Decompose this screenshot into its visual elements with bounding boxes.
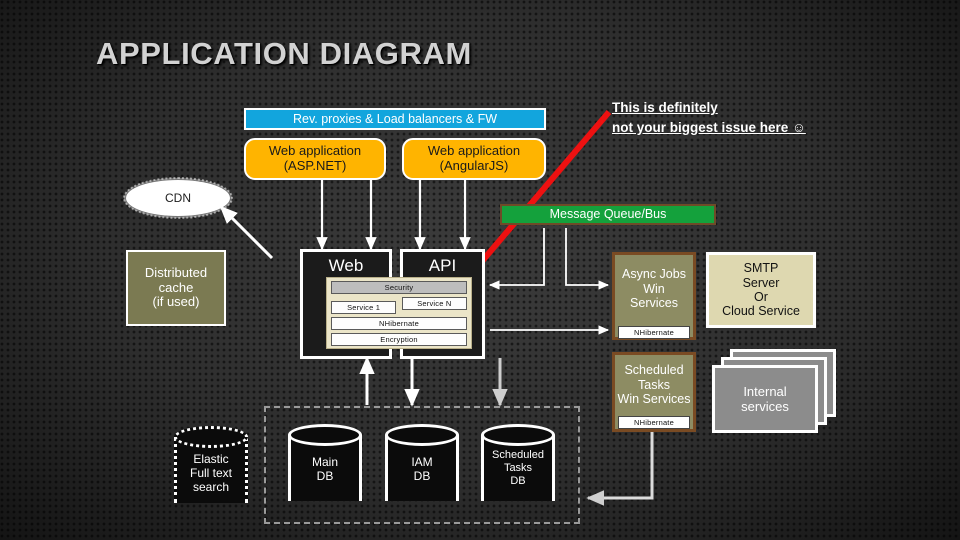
stack-row-nhibernate[interactable]: NHibernate <box>331 317 467 330</box>
stack-row-encryption[interactable]: Encryption <box>331 333 467 346</box>
node-load-balancers[interactable]: Rev. proxies & Load balancers & FW <box>244 108 546 130</box>
page-title: APPLICATION DIAGRAM <box>96 36 472 71</box>
internal-services-card-front[interactable]: Internal services <box>712 365 818 433</box>
slide-canvas: APPLICATION DIAGRAM Rev. proxies & Load … <box>0 0 960 540</box>
stack-row-security[interactable]: Security <box>331 281 467 294</box>
async-jobs-nhibernate-tag[interactable]: NHibernate <box>618 326 690 339</box>
node-cdn[interactable]: CDN <box>123 177 233 219</box>
node-web-app-angularjs[interactable]: Web application (AngularJS) <box>402 138 546 180</box>
scheduled-tasks-nhibernate-tag[interactable]: NHibernate <box>618 416 690 429</box>
db-scheduled-tasks[interactable]: Scheduled Tasks DB <box>481 424 555 512</box>
node-message-queue[interactable]: Message Queue/Bus <box>500 204 716 225</box>
db-iam[interactable]: IAM DB <box>385 424 459 512</box>
annotation-callout: This is definitely not your biggest issu… <box>612 98 806 137</box>
component-stack: Security Service 1 Service N NHibernate … <box>326 277 472 349</box>
stack-row-service-last[interactable]: Service N <box>401 297 467 310</box>
db-elastic[interactable]: Elastic Full text search <box>174 426 248 514</box>
db-main[interactable]: Main DB <box>288 424 362 512</box>
node-internal-services[interactable]: Internal services <box>712 349 836 433</box>
node-distributed-cache[interactable]: Distributed cache (if used) <box>126 250 226 326</box>
annotation-line-1: This is definitely <box>612 100 718 115</box>
node-smtp-server[interactable]: SMTP Server Or Cloud Service <box>706 252 816 328</box>
annotation-line-2: not your biggest issue here ☺ <box>612 119 806 135</box>
node-web-app-aspnet[interactable]: Web application (ASP.NET) <box>244 138 386 180</box>
stack-row-service-first[interactable]: Service 1 <box>331 301 397 314</box>
